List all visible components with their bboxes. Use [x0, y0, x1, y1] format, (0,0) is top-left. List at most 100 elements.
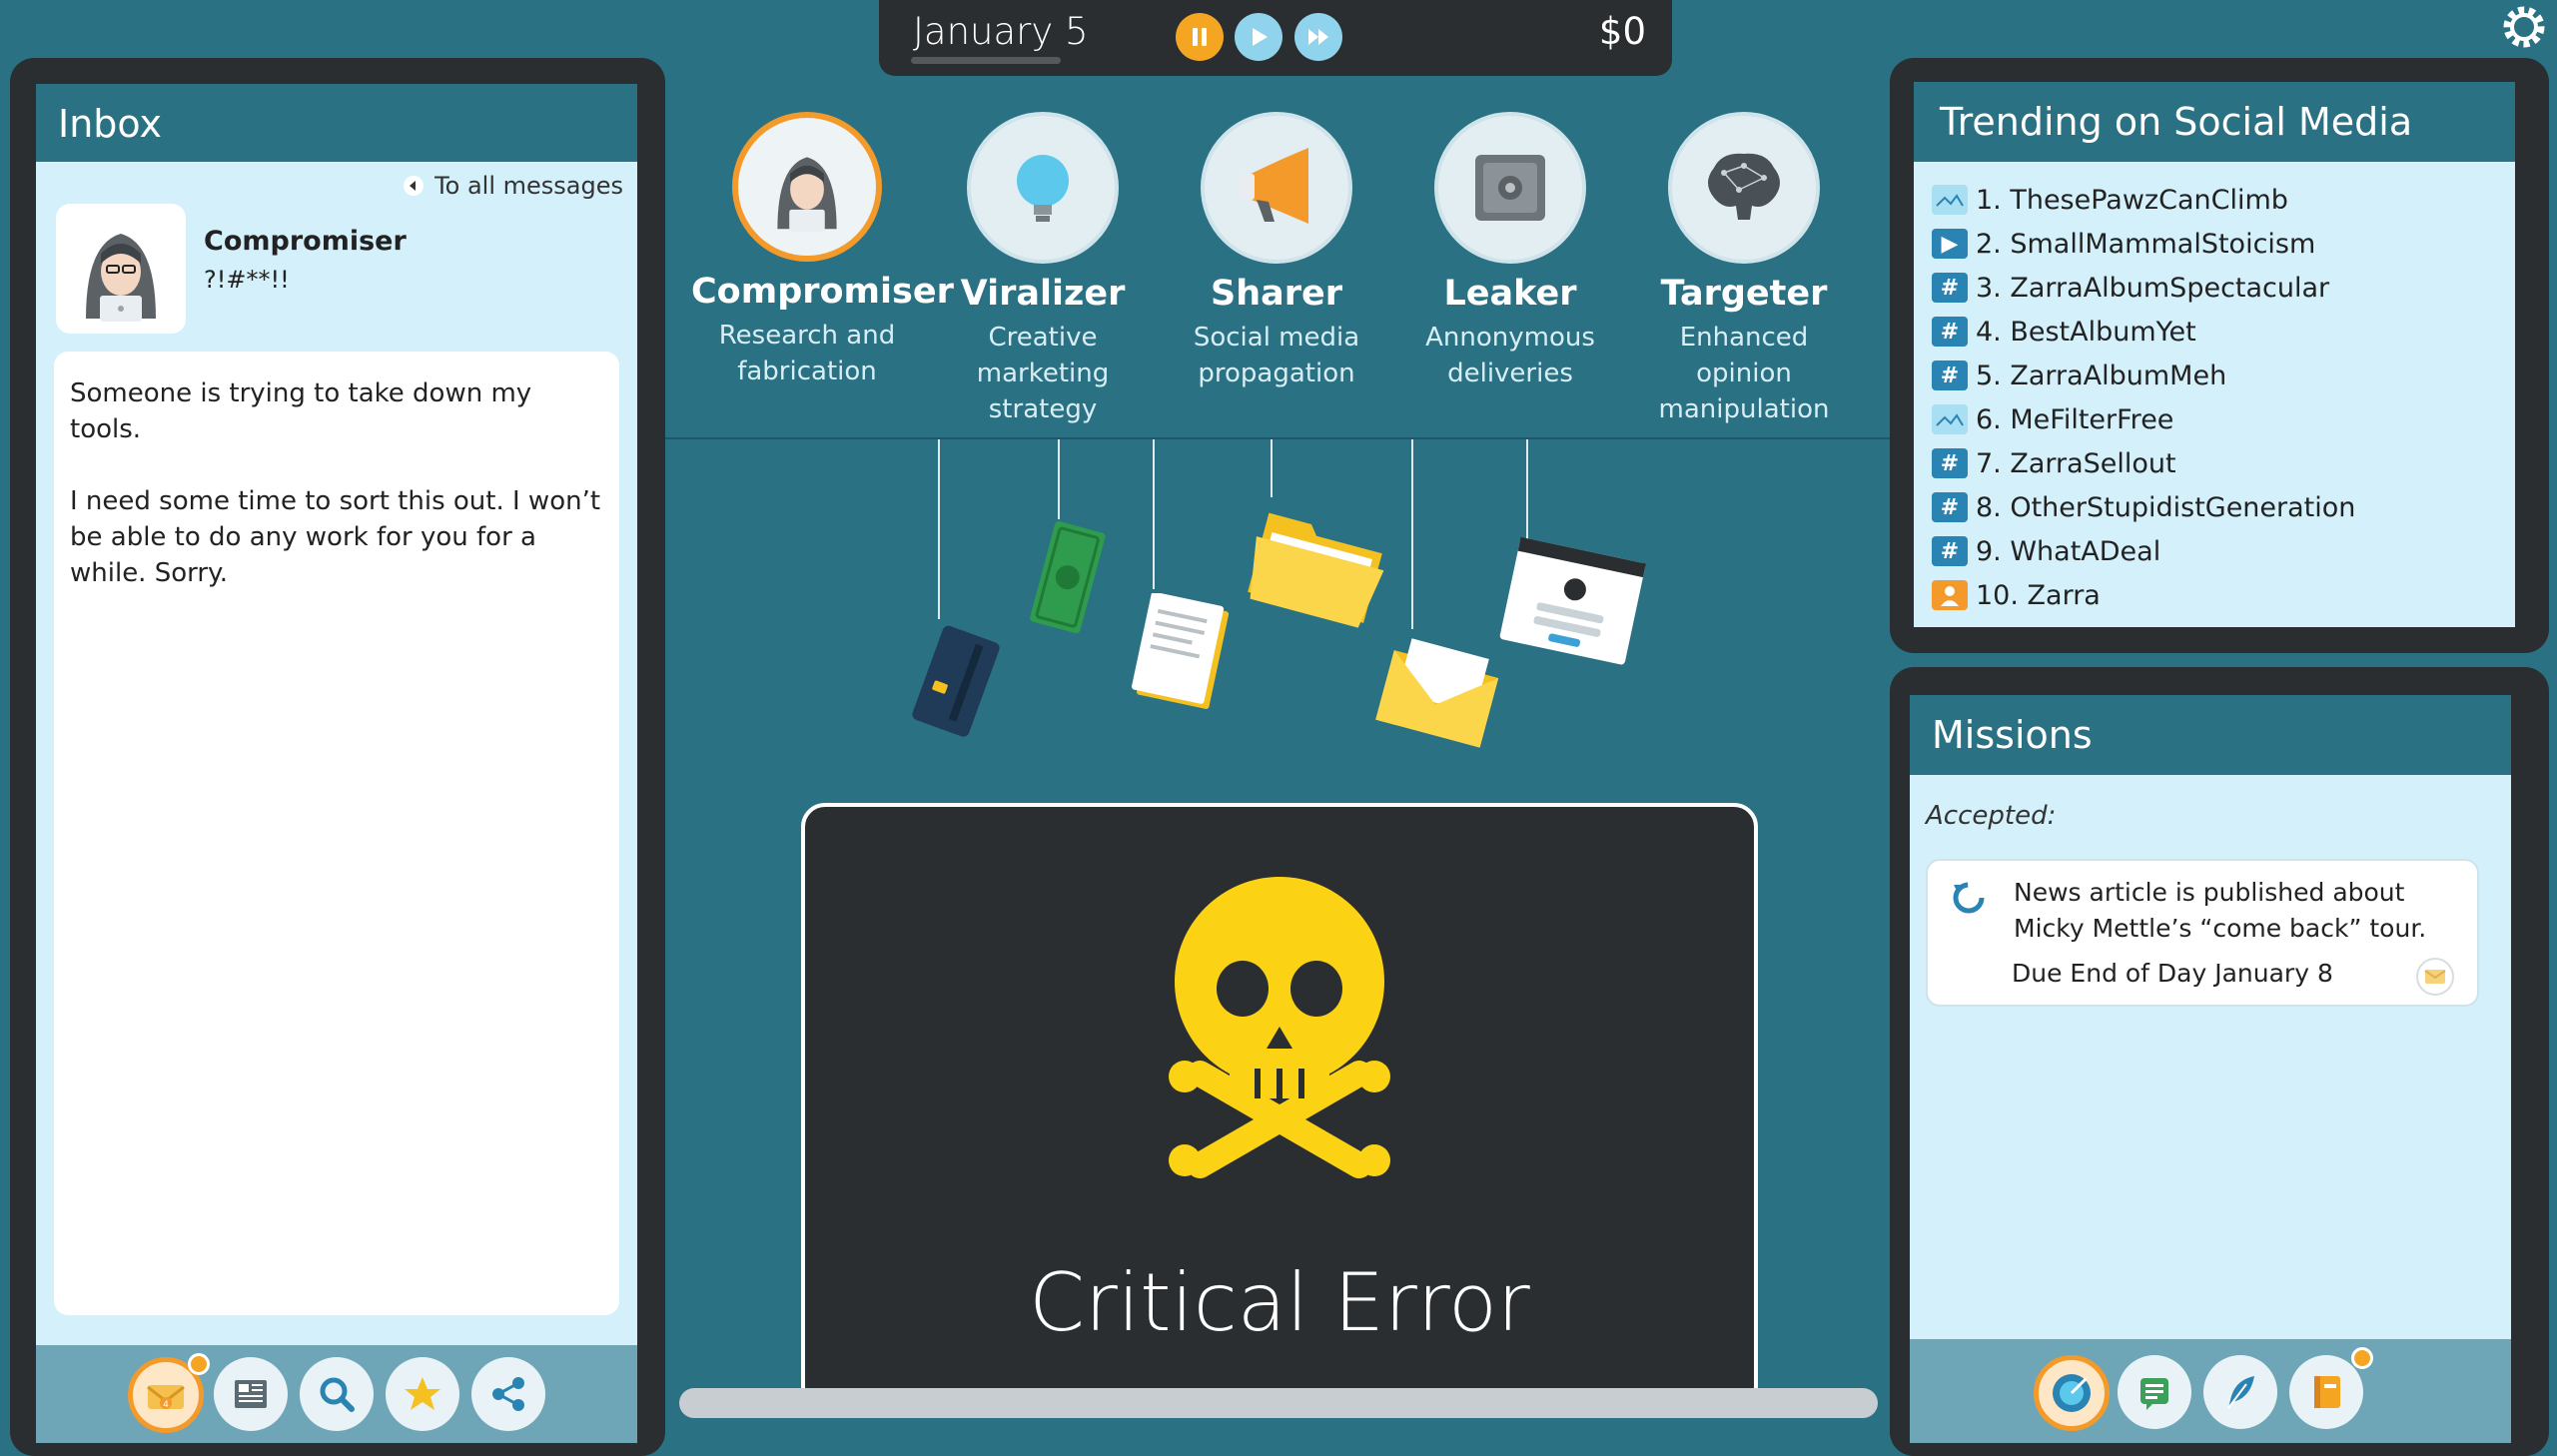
brain-icon: [1668, 112, 1820, 264]
search-button[interactable]: [300, 1357, 374, 1431]
notification-badge: [188, 1353, 210, 1375]
hanging-string: [1411, 439, 1413, 629]
gear-icon: [2503, 6, 2545, 48]
trend-label: 6. MeFilterFree: [1976, 403, 2174, 435]
missions-toolbar: [1910, 1339, 2511, 1443]
mail-icon: 4: [147, 1385, 185, 1410]
trend-item[interactable]: 6. MeFilterFree: [1932, 401, 2173, 437]
search-icon: [320, 1377, 355, 1412]
quill-icon: [2227, 1376, 2254, 1409]
back-to-all-messages-link[interactable]: To all messages: [403, 172, 623, 200]
trend-item[interactable]: ▶ 2. SmallMammalStoicism: [1932, 226, 2315, 262]
trend-item[interactable]: 1. ThesePawzCanClimb: [1932, 182, 2288, 218]
quill-button[interactable]: [2203, 1355, 2277, 1429]
hooded-hacker-icon: [777, 157, 837, 232]
role-name: Compromiser: [691, 272, 954, 312]
hashtag-icon: #: [1932, 361, 1968, 390]
hashtag-icon: #: [1932, 317, 1968, 347]
hashtag-icon: #: [1932, 536, 1968, 566]
laptop-base: [679, 1388, 1878, 1418]
role-name: Leaker: [1443, 274, 1577, 314]
notes-icon: [2140, 1378, 2168, 1410]
login-window-icon: [1499, 536, 1646, 665]
trend-item[interactable]: # 7. ZarraSellout: [1932, 445, 2176, 481]
role-sharer[interactable]: Sharer Social media propagation: [1161, 112, 1392, 391]
document-icon: [1131, 593, 1230, 709]
role-leaker[interactable]: Leaker Annonymous deliveries: [1394, 112, 1626, 391]
notes-button[interactable]: [2118, 1355, 2191, 1429]
share-button[interactable]: [471, 1357, 545, 1431]
chevron-left-icon: [404, 176, 425, 196]
share-icon: [492, 1377, 524, 1411]
trend-item[interactable]: # 9. WhatADeal: [1932, 533, 2160, 569]
safe-icon: [1434, 112, 1586, 264]
news-button[interactable]: [214, 1357, 288, 1431]
role-name: Sharer: [1210, 274, 1342, 314]
inbox-header: Inbox: [36, 84, 637, 162]
pause-button[interactable]: [1176, 13, 1224, 61]
accepted-label: Accepted:: [1926, 801, 2057, 831]
trend-item[interactable]: # 8. OtherStupidistGeneration: [1932, 489, 2355, 525]
trend-label: 9. WhatADeal: [1976, 535, 2161, 567]
mission-card[interactable]: News article is published about Micky Me…: [1926, 859, 2479, 1007]
settings-button[interactable]: [2499, 2, 2549, 52]
missions-header: Missions: [1910, 695, 2511, 775]
message-subject: ?!#**!!: [204, 266, 290, 294]
role-compromiser[interactable]: Compromiser Research and fabrication: [691, 112, 954, 389]
hanging-string: [1526, 439, 1528, 539]
envelope-icon: [1375, 638, 1499, 748]
trending-header: Trending on Social Media: [1914, 82, 2515, 162]
trending-list: 1. ThesePawzCanClimb ▶ 2. SmallMammalSto…: [1914, 162, 2515, 627]
trend-item[interactable]: 10. Zarra: [1932, 577, 2101, 613]
role-viralizer[interactable]: Viralizer Creative marketing strategy: [927, 112, 1159, 427]
notification-badge: [2351, 1347, 2373, 1369]
refresh-icon: [1953, 882, 1985, 914]
role-targeter[interactable]: Targeter Enhanced opinion manipulation: [1628, 112, 1860, 427]
favorites-button[interactable]: [386, 1357, 459, 1431]
trend-item[interactable]: # 5. ZarraAlbumMeh: [1932, 358, 2226, 393]
mission-due-date: Due End of Day January 8: [2012, 959, 2333, 988]
mail-icon: [2416, 958, 2454, 996]
person-icon: [1932, 580, 1968, 610]
trending-title: Trending on Social Media: [1940, 100, 2413, 144]
fast-forward-button[interactable]: [1294, 13, 1342, 61]
roles-divider: [665, 437, 1890, 439]
message-body: Someone is trying to take down my tools.…: [70, 378, 601, 588]
inbox-toolbar: 4: [36, 1345, 637, 1443]
hanging-string: [1058, 439, 1060, 519]
mission-description: News article is published about Micky Me…: [2014, 878, 2427, 943]
role-name: Viralizer: [960, 274, 1126, 314]
play-button[interactable]: [1235, 13, 1282, 61]
missions-title: Missions: [1932, 713, 2093, 757]
trend-item[interactable]: # 3. ZarraAlbumSpectacular: [1932, 270, 2329, 306]
role-description: Enhanced opinion manipulation: [1658, 323, 1830, 424]
message-box: Someone is trying to take down my tools.…: [54, 352, 619, 1315]
trend-label: 7. ZarraSellout: [1976, 447, 2176, 479]
book-button[interactable]: [2289, 1355, 2363, 1429]
hashtag-icon: #: [1932, 492, 1968, 522]
folder-icon: [1248, 512, 1384, 628]
current-date: January 5: [913, 10, 1089, 53]
target-button[interactable]: [2034, 1355, 2110, 1431]
trend-item[interactable]: # 4. BestAlbumYet: [1932, 314, 2196, 350]
money-balance: $0: [1598, 10, 1646, 53]
hashtag-icon: #: [1932, 273, 1968, 303]
role-description: Annonymous deliveries: [1425, 323, 1595, 388]
sender-name: Compromiser: [204, 226, 407, 257]
hanging-string: [938, 439, 940, 619]
fast-forward-icon: [1308, 29, 1328, 45]
inbox-title: Inbox: [58, 102, 162, 146]
star-icon: [405, 1377, 440, 1410]
sender-avatar: [56, 204, 186, 334]
trend-label: 1. ThesePawzCanClimb: [1976, 184, 2288, 216]
laptop-screen: Critical Error: [801, 803, 1758, 1410]
top-status-bar: January 5 $0: [879, 0, 1672, 76]
trend-label: 2. SmallMammalStoicism: [1976, 228, 2316, 260]
compromiser-icon: [732, 112, 882, 262]
mail-count: 4: [163, 1400, 169, 1410]
role-name: Targeter: [1660, 274, 1828, 314]
trend-label: 5. ZarraAlbumMeh: [1976, 360, 2227, 391]
newspaper-icon: [235, 1380, 267, 1408]
role-description: Research and fabrication: [718, 321, 896, 386]
to-all-messages-label: To all messages: [434, 172, 623, 200]
